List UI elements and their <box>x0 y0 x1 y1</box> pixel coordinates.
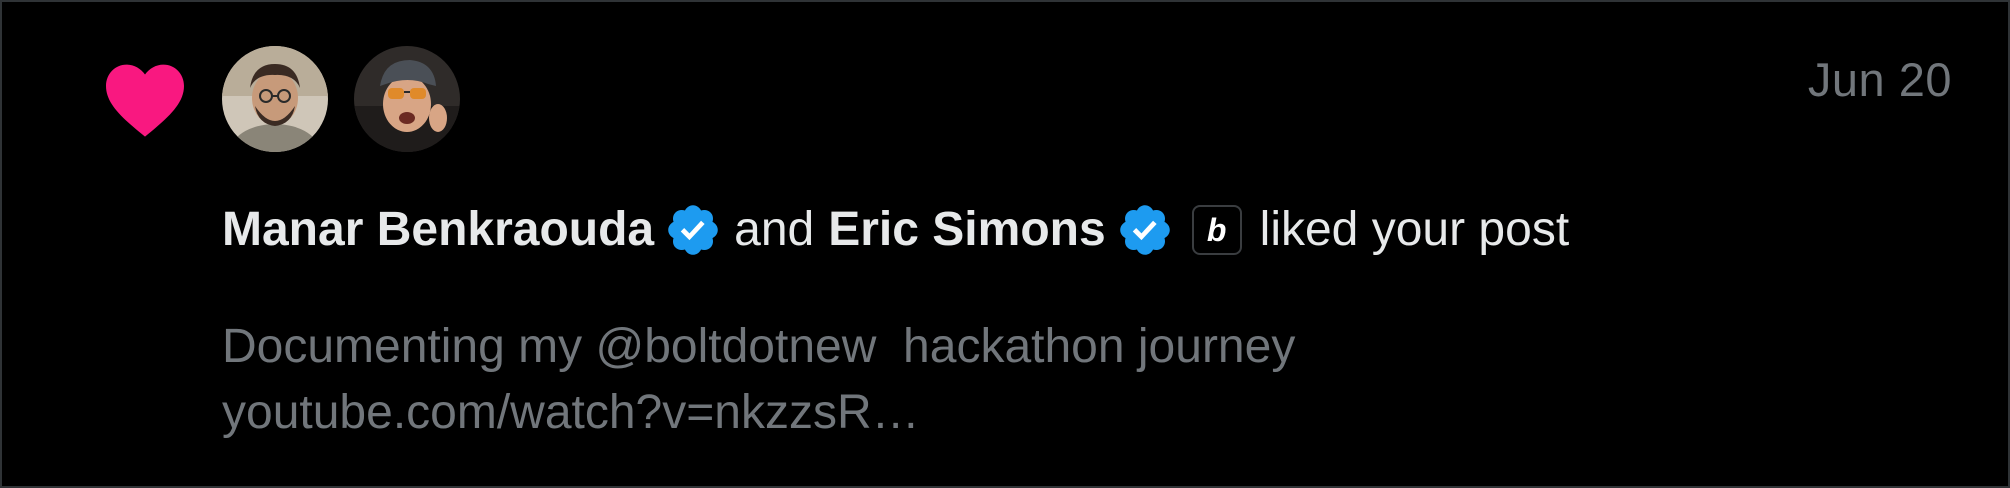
post-preview[interactable]: Documenting my @boltdotnew hackathon jou… <box>222 314 1295 446</box>
avatar-eric-simons[interactable] <box>354 46 460 152</box>
notification-date: Jun 20 <box>1807 53 1952 106</box>
user-name-link[interactable]: Eric Simons <box>828 198 1105 262</box>
verified-badge-icon <box>1119 205 1170 255</box>
notification-headline: Manar Benkraouda and Eric Simons b liked… <box>222 198 1569 262</box>
verified-badge-icon <box>668 205 718 255</box>
affiliate-badge[interactable]: b <box>1191 205 1242 255</box>
user-name-link[interactable]: Manar Benkraouda <box>222 198 654 262</box>
heart-icon <box>106 64 184 137</box>
connector-text: and <box>734 203 815 256</box>
post-preview-line-1: Documenting my @boltdotnew hackathon jou… <box>222 320 1296 373</box>
affiliate-badge-letter: b <box>1206 212 1227 248</box>
post-preview-line-2: youtube.com/watch?v=nkzzsR… <box>222 386 920 439</box>
avatar-image <box>222 46 328 152</box>
avatar-manar-benkraouda[interactable] <box>222 46 328 152</box>
avatar-image <box>354 46 460 152</box>
action-text: liked your post <box>1259 203 1570 256</box>
like-notification[interactable]: Jun 20 Manar Benkraouda and Eric Simons … <box>0 0 2010 488</box>
